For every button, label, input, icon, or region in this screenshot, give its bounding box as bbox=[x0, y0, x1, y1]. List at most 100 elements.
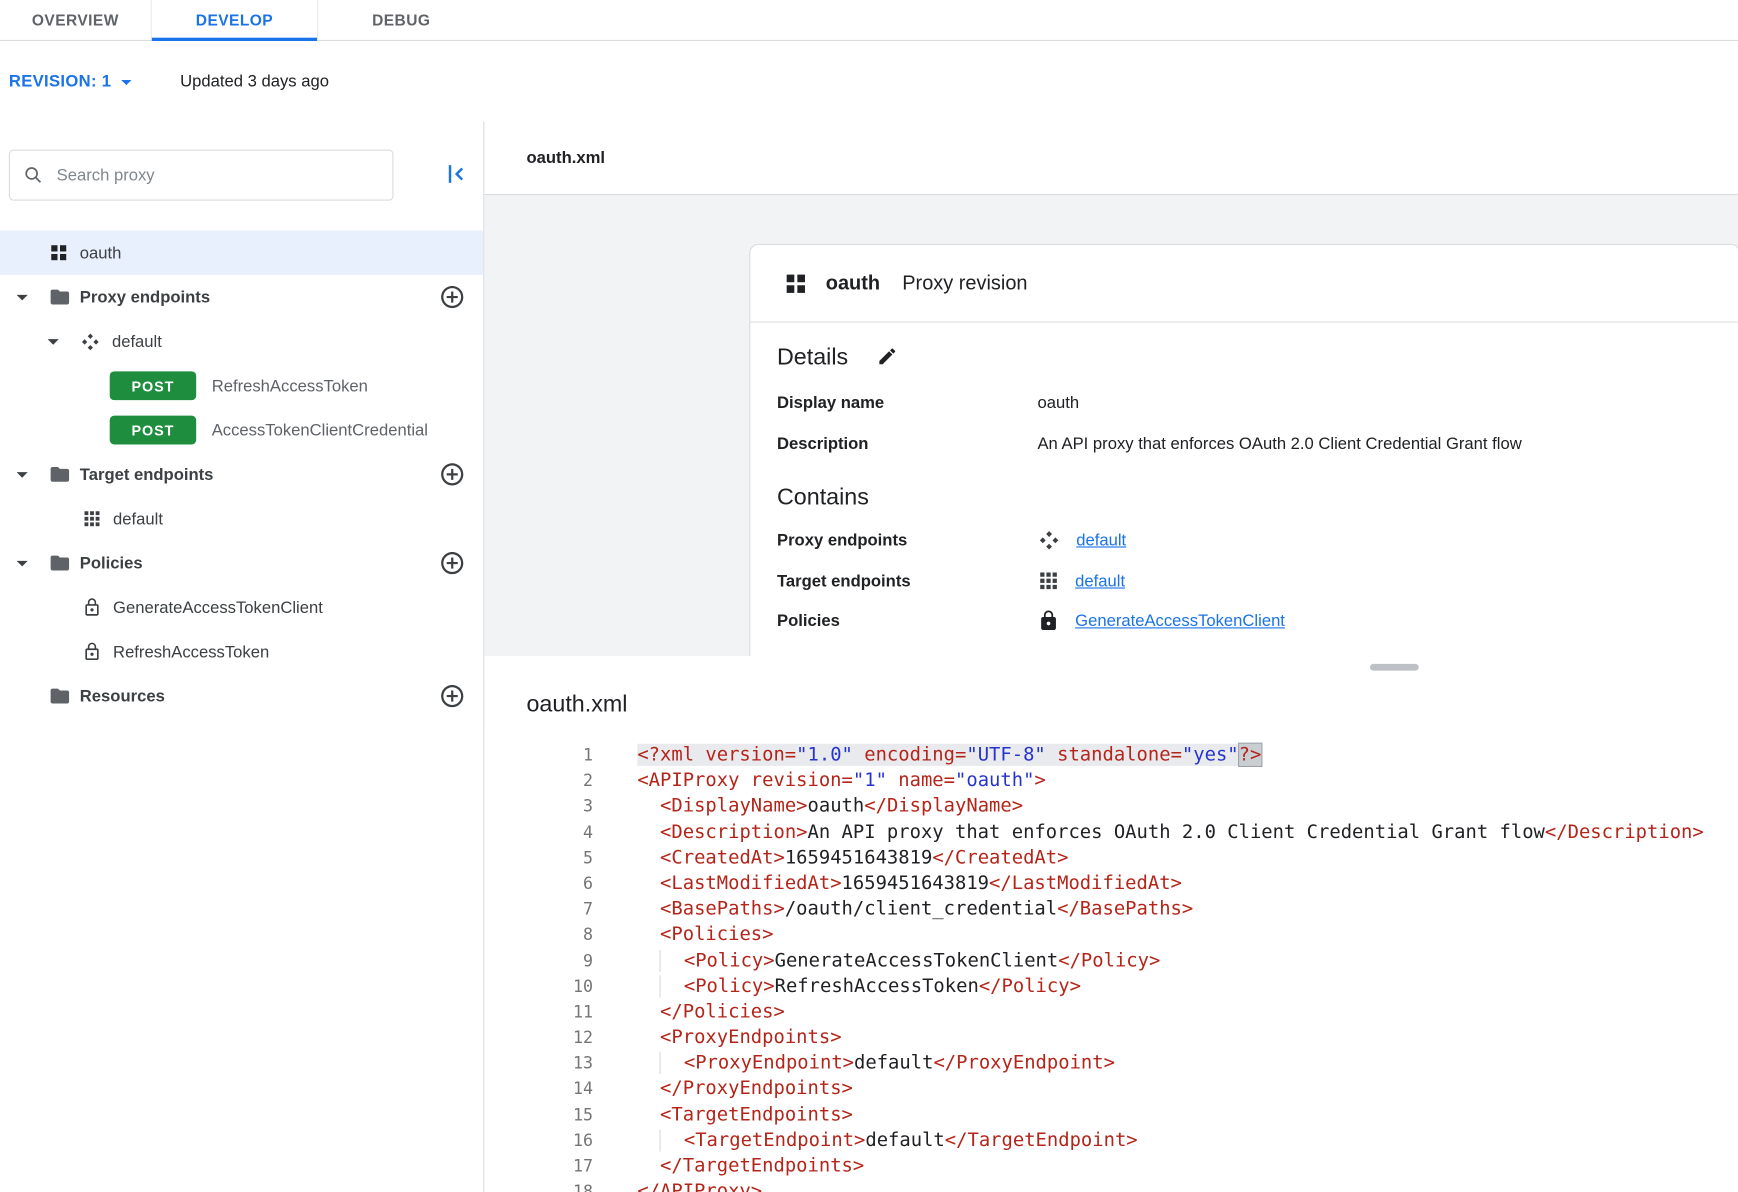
line-number: 10 bbox=[484, 974, 593, 1000]
proxy-revision-card: oauth Proxy revision Details Display nam… bbox=[749, 244, 1738, 656]
folder-icon bbox=[49, 552, 71, 574]
proxy-endpoint-icon bbox=[1037, 529, 1060, 552]
tree-folder-label: Resources bbox=[80, 687, 165, 706]
tree-folder-proxy-endpoints[interactable]: Proxy endpoints bbox=[0, 275, 483, 319]
policy-link[interactable]: GenerateAccessTokenClient bbox=[1075, 611, 1285, 630]
top-tab-bar: OVERVIEW DEVELOP DEBUG bbox=[0, 0, 1738, 41]
line-number: 13 bbox=[484, 1051, 593, 1077]
edit-details-button[interactable] bbox=[877, 346, 898, 370]
code-line[interactable]: <Policy>GenerateAccessTokenClient</Polic… bbox=[637, 948, 1738, 974]
line-number: 4 bbox=[484, 820, 593, 846]
line-number: 17 bbox=[484, 1154, 593, 1180]
editor-gutter: 123456789101112131415161718 bbox=[484, 732, 595, 1192]
proxy-tree-sidebar: oauth Proxy endpoints bbox=[0, 122, 484, 1192]
method-badge-post: POST bbox=[110, 416, 196, 445]
code-line[interactable]: <TargetEndpoints> bbox=[637, 1102, 1738, 1128]
code-line[interactable]: <CreatedAt>1659451643819</CreatedAt> bbox=[637, 845, 1738, 871]
tree-item-label: default bbox=[113, 509, 163, 528]
lock-icon bbox=[1037, 610, 1059, 632]
line-number: 18 bbox=[484, 1180, 593, 1192]
add-proxy-endpoint-button[interactable] bbox=[439, 284, 466, 314]
details-heading-row: Details bbox=[777, 345, 1738, 372]
field-label: Target endpoints bbox=[777, 571, 1037, 590]
add-resource-button[interactable] bbox=[439, 683, 466, 713]
code-line[interactable]: <?xml version="1.0" encoding="UTF-8" sta… bbox=[637, 743, 1738, 769]
card-header: oauth Proxy revision bbox=[750, 245, 1738, 323]
card-body: Details Display name oauth Description A… bbox=[750, 323, 1738, 632]
tree-item-policy-refresh-access-token[interactable]: RefreshAccessToken bbox=[0, 630, 483, 674]
field-label: Proxy endpoints bbox=[777, 531, 1037, 550]
code-line[interactable]: </APIProxy> bbox=[637, 1180, 1738, 1192]
field-label: Description bbox=[777, 434, 1037, 453]
line-number: 2 bbox=[484, 768, 593, 794]
tree-item-proxy-endpoint-default[interactable]: default bbox=[0, 319, 483, 363]
search-proxy-box[interactable] bbox=[9, 150, 394, 201]
code-line[interactable]: <Description>An API proxy that enforces … bbox=[637, 820, 1738, 846]
line-number: 9 bbox=[484, 948, 593, 974]
code-line[interactable]: <DisplayName>oauth</DisplayName> bbox=[637, 794, 1738, 820]
proxy-endpoint-link[interactable]: default bbox=[1076, 531, 1126, 550]
file-tab-header[interactable]: oauth.xml bbox=[484, 122, 1738, 195]
chevron-down-icon[interactable] bbox=[9, 284, 36, 311]
tab-develop[interactable]: DEVELOP bbox=[152, 0, 318, 40]
code-line[interactable]: <ProxyEndpoints> bbox=[637, 1025, 1738, 1051]
folder-icon bbox=[49, 685, 71, 707]
code-line[interactable]: <BasePaths>/oauth/client_credential</Bas… bbox=[637, 897, 1738, 923]
line-number: 15 bbox=[484, 1102, 593, 1128]
tab-label: OVERVIEW bbox=[32, 11, 119, 29]
code-line[interactable]: </TargetEndpoints> bbox=[637, 1154, 1738, 1180]
line-number: 1 bbox=[484, 743, 593, 769]
search-input[interactable] bbox=[57, 166, 379, 185]
plus-circle-icon bbox=[439, 284, 466, 311]
code-line[interactable]: <Policy>RefreshAccessToken</Policy> bbox=[637, 974, 1738, 1000]
code-line[interactable]: </Policies> bbox=[637, 1000, 1738, 1026]
collapse-panel-button[interactable] bbox=[441, 158, 472, 192]
line-number: 12 bbox=[484, 1025, 593, 1051]
tree-item-flow-access-token-client-credential[interactable]: POST AccessTokenClientCredential bbox=[0, 408, 483, 452]
target-endpoint-link[interactable]: default bbox=[1075, 571, 1125, 590]
line-number: 3 bbox=[484, 794, 593, 820]
field-value: An API proxy that enforces OAuth 2.0 Cli… bbox=[1037, 434, 1521, 453]
line-number: 14 bbox=[484, 1077, 593, 1103]
chevron-down-icon[interactable] bbox=[9, 550, 36, 577]
display-name-row: Display name oauth bbox=[777, 393, 1738, 412]
editor-code[interactable]: <?xml version="1.0" encoding="UTF-8" sta… bbox=[595, 732, 1738, 1192]
tree-item-policy-generate-access-token-client[interactable]: GenerateAccessTokenClient bbox=[0, 585, 483, 629]
search-icon bbox=[23, 164, 43, 186]
code-line[interactable]: </ProxyEndpoints> bbox=[637, 1077, 1738, 1103]
pane-splitter[interactable] bbox=[484, 656, 1738, 678]
folder-icon bbox=[49, 286, 71, 308]
chevron-down-icon[interactable] bbox=[9, 461, 36, 488]
line-number: 11 bbox=[484, 1000, 593, 1026]
code-line[interactable]: <LastModifiedAt>1659451643819</LastModif… bbox=[637, 871, 1738, 897]
plus-circle-icon bbox=[439, 683, 466, 710]
code-line[interactable]: <ProxyEndpoint>default</ProxyEndpoint> bbox=[637, 1051, 1738, 1077]
tab-label: DEBUG bbox=[372, 11, 430, 29]
tree-folder-target-endpoints[interactable]: Target endpoints bbox=[0, 452, 483, 496]
target-endpoint-icon bbox=[82, 509, 102, 529]
diagram-area: oauth Proxy revision Details Display nam… bbox=[484, 195, 1738, 656]
xml-code-editor[interactable]: 123456789101112131415161718 <?xml versio… bbox=[484, 732, 1738, 1192]
chevron-down-icon[interactable] bbox=[40, 328, 67, 355]
add-policy-button[interactable] bbox=[439, 550, 466, 580]
add-target-endpoint-button[interactable] bbox=[439, 461, 466, 491]
line-number: 16 bbox=[484, 1128, 593, 1154]
revision-bar: REVISION: 1 Updated 3 days ago bbox=[0, 41, 1738, 122]
tree-item-oauth[interactable]: oauth bbox=[0, 231, 483, 275]
tree-item-flow-refresh-access-token[interactable]: POST RefreshAccessToken bbox=[0, 364, 483, 408]
updated-text: Updated 3 days ago bbox=[180, 72, 329, 91]
tree-item-target-endpoint-default[interactable]: default bbox=[0, 497, 483, 541]
tab-label: DEVELOP bbox=[196, 11, 273, 29]
revision-selector[interactable]: REVISION: 1 bbox=[9, 69, 138, 93]
tab-overview[interactable]: OVERVIEW bbox=[0, 0, 152, 40]
code-line[interactable]: <APIProxy revision="1" name="oauth"> bbox=[637, 768, 1738, 794]
code-line[interactable]: <TargetEndpoint>default</TargetEndpoint> bbox=[637, 1128, 1738, 1154]
contains-policies-row: Policies GenerateAccessTokenClient bbox=[777, 610, 1738, 632]
method-badge-post: POST bbox=[110, 371, 196, 400]
plus-circle-icon bbox=[439, 461, 466, 488]
tab-debug[interactable]: DEBUG bbox=[318, 0, 484, 40]
tree-folder-policies[interactable]: Policies bbox=[0, 541, 483, 585]
contains-heading-row: Contains bbox=[777, 484, 1738, 511]
code-line[interactable]: <Policies> bbox=[637, 923, 1738, 949]
tree-folder-resources[interactable]: Resources bbox=[0, 674, 483, 718]
